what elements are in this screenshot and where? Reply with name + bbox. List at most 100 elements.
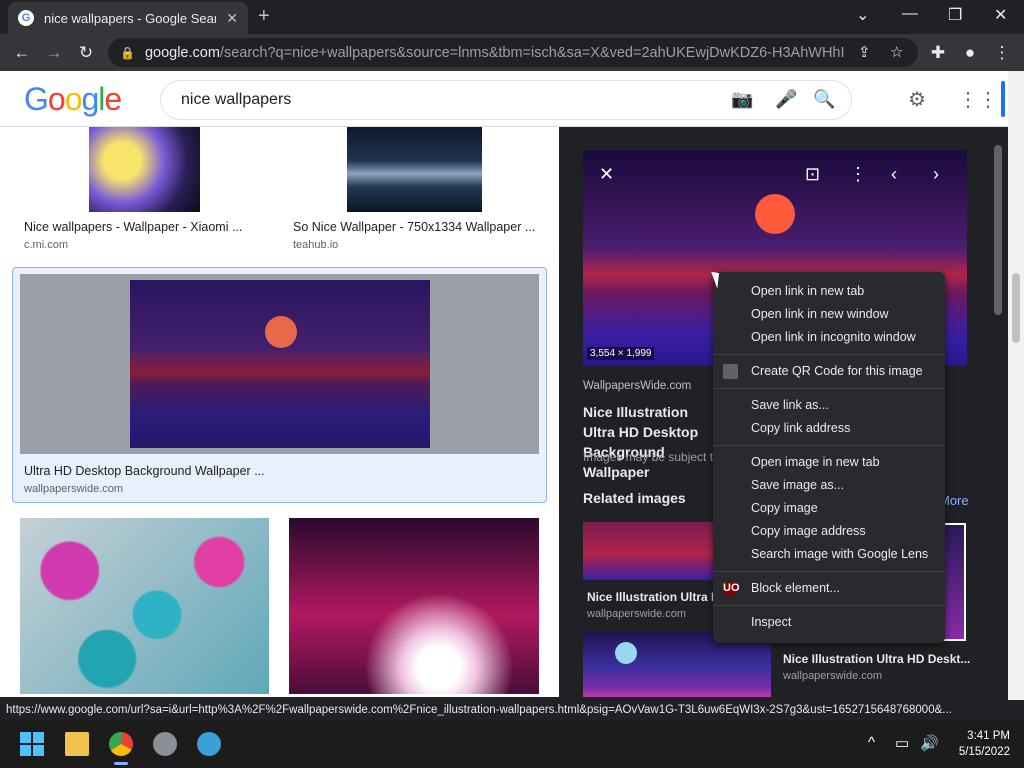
result-source: wallpaperswide.com: [24, 483, 124, 495]
image-result-selected[interactable]: Ultra HD Desktop Background Wallpaper ..…: [12, 267, 547, 503]
related-image[interactable]: [583, 522, 713, 580]
system-clock[interactable]: 3:41 PM 5/15/2022: [950, 728, 1010, 760]
image-result[interactable]: So Nice Wallpaper - 750x1334 Wallpaper .…: [289, 127, 539, 257]
browser-toolbar: ← → ↻ 🔒 google.com/search?q=nice+wallpap…: [0, 34, 1024, 71]
result-image-frame: [20, 274, 539, 454]
result-image[interactable]: [347, 127, 482, 212]
sun-shape: [755, 194, 795, 234]
close-window-icon[interactable]: ✕: [994, 5, 1007, 25]
settings-gear-icon[interactable]: [153, 732, 177, 756]
image-results-grid: Nice wallpapers - Wallpaper - Xiaomi ...…: [0, 127, 559, 697]
image-dimensions: 3,554 × 1,999: [587, 347, 655, 360]
extensions-icon[interactable]: ✚: [926, 41, 950, 65]
windows-taskbar: ^ ▭ 🔊 3:41 PM 5/15/2022: [0, 720, 1024, 768]
preview-site[interactable]: WallpapersWide.com: [583, 380, 691, 392]
page-scrollbar[interactable]: [1008, 71, 1024, 700]
menu-item-copy-image-address[interactable]: Copy image address: [713, 520, 945, 543]
bookmark-star-icon[interactable]: ☆: [890, 43, 903, 61]
close-preview-icon[interactable]: ✕: [599, 164, 614, 185]
menu-item-create-qr-code[interactable]: Create QR Code for this image: [713, 360, 945, 383]
related-caption[interactable]: Nice Illustration Ultra HD Deskt...: [783, 652, 970, 666]
chrome-menu-icon[interactable]: ⋮: [990, 41, 1014, 65]
qr-code-icon: [723, 364, 738, 379]
network-app-icon[interactable]: [197, 732, 221, 756]
address-bar[interactable]: 🔒 google.com/search?q=nice+wallpapers&so…: [108, 38, 918, 67]
google-logo[interactable]: Google: [24, 81, 122, 118]
next-icon[interactable]: ›: [933, 164, 939, 185]
menu-item-open-link-new-window[interactable]: Open link in new window: [713, 303, 945, 326]
related-heading: Related images: [583, 490, 686, 506]
tab-strip: G nice wallpapers - Google Search ✕ + ⌄ …: [0, 0, 1024, 34]
menu-divider: [713, 571, 945, 572]
moon-shape: [615, 642, 637, 664]
google-favicon-icon: G: [18, 10, 34, 26]
search-box: 📷 🎤 🔍: [160, 80, 852, 120]
menu-item-inspect[interactable]: Inspect: [713, 611, 945, 634]
panel-scrollbar[interactable]: [989, 127, 1008, 697]
related-source: wallpaperswide.com: [783, 670, 883, 682]
chrome-icon[interactable]: [109, 732, 133, 756]
google-header: Google 📷 🎤 🔍 ⚙ ⋮⋮: [0, 71, 1008, 127]
minimize-icon[interactable]: —: [902, 5, 918, 23]
windows-start-icon[interactable]: [20, 732, 44, 756]
result-image[interactable]: [89, 127, 200, 212]
result-caption[interactable]: Ultra HD Desktop Background Wallpaper ..…: [24, 464, 265, 478]
lock-icon[interactable]: 🔒: [120, 46, 135, 60]
network-icon[interactable]: ▭: [895, 734, 909, 752]
preview-title[interactable]: Nice Illustration Ultra HD Desktop Backg…: [583, 402, 723, 482]
forward-icon[interactable]: →: [42, 41, 66, 65]
search-input[interactable]: [181, 89, 701, 111]
settings-gear-icon[interactable]: ⚙: [908, 87, 926, 112]
tray-chevron-icon[interactable]: ^: [868, 734, 875, 751]
camera-search-icon[interactable]: 📷: [731, 89, 753, 110]
menu-divider: [713, 354, 945, 355]
menu-item-copy-link-address[interactable]: Copy link address: [713, 417, 945, 440]
result-image[interactable]: [130, 280, 430, 448]
image-result[interactable]: Nice wallpapers - Wallpaper - Xiaomi ...…: [20, 127, 269, 257]
menu-divider: [713, 388, 945, 389]
menu-item-save-image-as[interactable]: Save image as...: [713, 474, 945, 497]
new-tab-button[interactable]: +: [258, 5, 270, 28]
panel-scroll-thumb[interactable]: [994, 145, 1002, 315]
result-caption[interactable]: Nice wallpapers - Wallpaper - Xiaomi ...: [24, 220, 242, 234]
apps-grid-icon[interactable]: ⋮⋮: [958, 87, 998, 112]
sign-in-edge[interactable]: [1001, 81, 1005, 117]
related-source: wallpaperswide.com: [587, 608, 687, 620]
url-text[interactable]: google.com/search?q=nice+wallpapers&sour…: [145, 45, 845, 61]
context-menu: Open link in new tab Open link in new wi…: [713, 272, 945, 643]
file-explorer-icon[interactable]: [65, 732, 89, 756]
tab-title: nice wallpapers - Google Search: [44, 10, 217, 26]
result-image[interactable]: [20, 518, 269, 694]
menu-item-open-image-new-tab[interactable]: Open image in new tab: [713, 451, 945, 474]
active-app-indicator: [114, 762, 128, 765]
menu-item-open-link-new-tab[interactable]: Open link in new tab: [713, 280, 945, 303]
profile-icon[interactable]: ●: [958, 41, 982, 65]
tab-search-icon[interactable]: ⌄: [856, 5, 869, 25]
ublock-icon: UO: [723, 581, 740, 596]
menu-item-save-link-as[interactable]: Save link as...: [713, 394, 945, 417]
image-result[interactable]: [289, 518, 539, 694]
search-icon[interactable]: 🔍: [813, 89, 835, 110]
menu-divider: [713, 445, 945, 446]
lens-icon[interactable]: ⊡: [805, 164, 820, 185]
link-status-bar: https://www.google.com/url?sa=i&url=http…: [0, 700, 990, 720]
restore-icon[interactable]: ❐: [948, 5, 962, 25]
result-caption[interactable]: So Nice Wallpaper - 750x1334 Wallpaper .…: [293, 220, 535, 234]
previous-icon[interactable]: ‹: [891, 164, 897, 185]
result-source: teahub.io: [293, 239, 339, 251]
browser-tab[interactable]: G nice wallpapers - Google Search ✕: [8, 2, 248, 34]
result-image[interactable]: [289, 518, 539, 694]
reload-icon[interactable]: ↻: [74, 41, 98, 65]
menu-item-open-link-incognito[interactable]: Open link in incognito window: [713, 326, 945, 349]
tab-close-icon[interactable]: ✕: [226, 10, 238, 27]
menu-item-copy-image[interactable]: Copy image: [713, 497, 945, 520]
share-icon[interactable]: ⇪: [858, 43, 871, 61]
menu-item-search-google-lens[interactable]: Search image with Google Lens: [713, 543, 945, 566]
image-result[interactable]: [20, 518, 269, 694]
page-scroll-thumb[interactable]: [1012, 273, 1020, 343]
more-options-icon[interactable]: ⋮: [849, 164, 867, 185]
back-icon[interactable]: ←: [10, 41, 34, 65]
menu-item-block-element[interactable]: UO Block element...: [713, 577, 945, 600]
microphone-icon[interactable]: 🎤: [775, 89, 797, 110]
volume-icon[interactable]: 🔊: [920, 734, 939, 752]
